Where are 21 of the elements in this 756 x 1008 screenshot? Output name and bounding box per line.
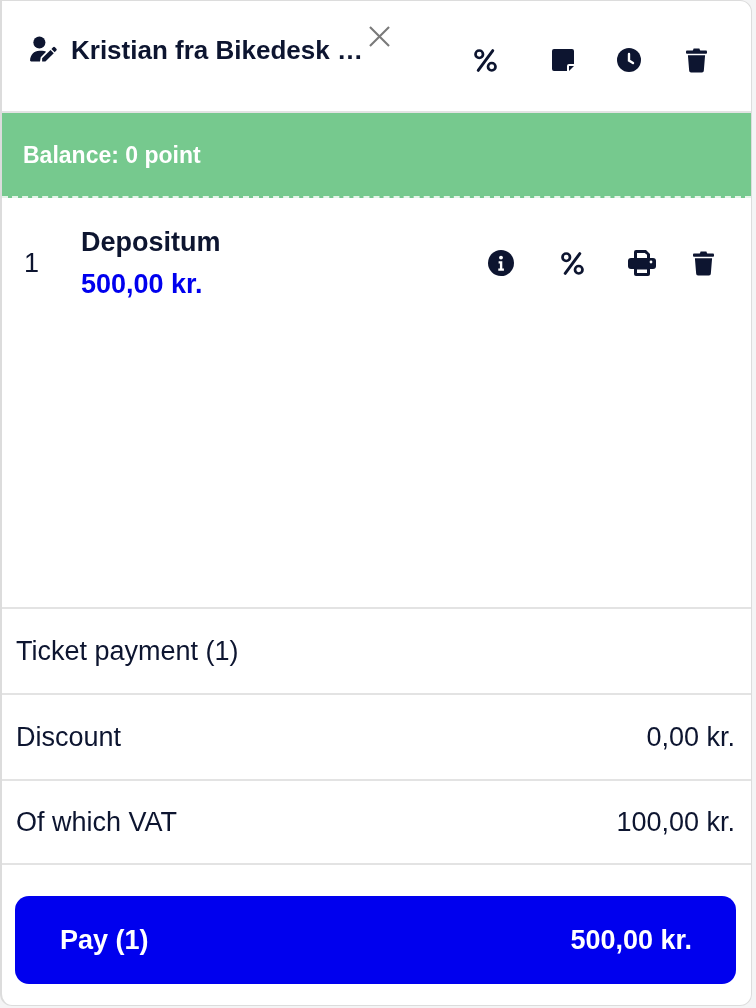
percent-icon[interactable] — [473, 47, 498, 73]
printer-icon[interactable] — [628, 250, 656, 276]
line-number: 1 — [24, 248, 41, 278]
info-icon[interactable] — [488, 250, 514, 276]
item-price: 500,00 kr. — [81, 269, 204, 299]
percent-icon[interactable] — [560, 250, 585, 276]
pay-button[interactable]: Pay (1) 500,00 kr. — [15, 896, 736, 984]
note-icon[interactable] — [551, 48, 575, 72]
clock-icon[interactable] — [617, 48, 641, 72]
item-name: Depositum — [81, 227, 221, 257]
summary-value: 0,00 kr. — [646, 721, 735, 753]
summary-label: Discount — [16, 721, 122, 753]
trash-icon[interactable] — [686, 47, 707, 73]
user-pen-icon — [30, 36, 58, 62]
balance-text: Balance: 0 point — [23, 140, 201, 169]
summary-label: Of which VAT — [16, 806, 178, 838]
trash-icon[interactable] — [693, 250, 714, 276]
customer-name[interactable]: Kristian fra Bikedesk … — [71, 35, 363, 65]
summary-value: 100,00 kr. — [616, 806, 735, 838]
close-icon[interactable] — [368, 26, 390, 47]
summary-label: Ticket payment (1) — [16, 635, 239, 667]
